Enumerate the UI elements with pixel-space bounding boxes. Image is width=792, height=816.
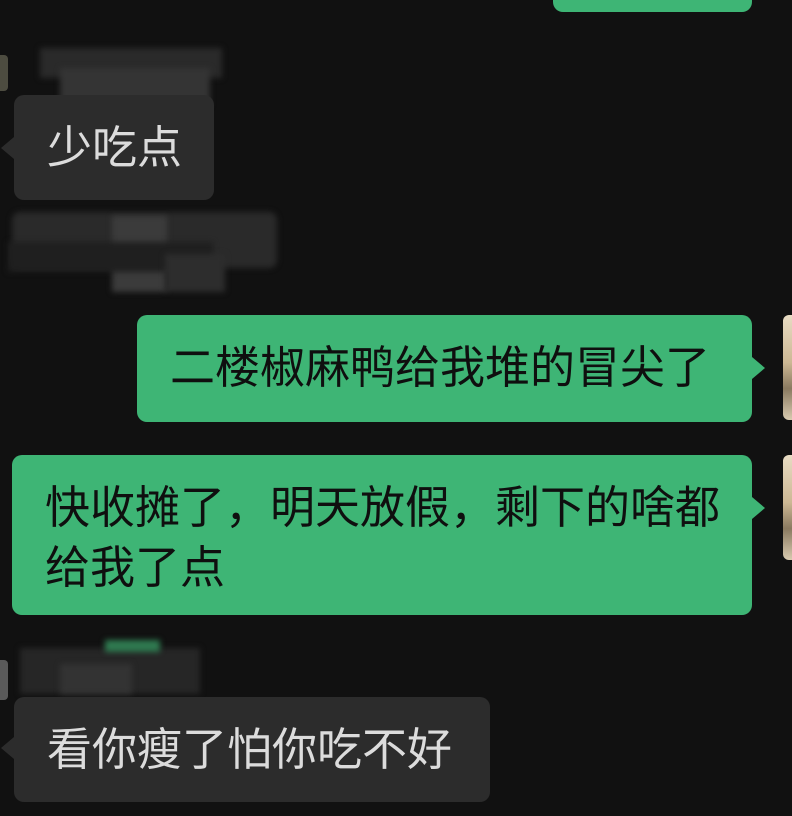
message-bubble-self[interactable]: 二楼椒麻鸭给我堆的冒尖了 (137, 315, 752, 422)
message-bubble-self[interactable]: 快收摊了，明天放假，剩下的啥都 给我了点 (12, 455, 752, 615)
bubble-tail (1, 137, 14, 159)
message-text: 二楼椒麻鸭给我堆的冒尖了 (170, 341, 711, 394)
message-text-line: 给我了点 (45, 541, 226, 594)
avatar-other[interactable] (0, 55, 8, 91)
message-text-line: 快收摊了，明天放假，剩下的啥都 (45, 481, 721, 534)
avatar-self[interactable] (783, 315, 792, 420)
message-bubble-self-partial[interactable] (553, 0, 752, 12)
message-bubble-other[interactable]: 看你瘦了怕你吃不好 (14, 697, 490, 802)
bubble-tail (752, 497, 765, 519)
avatar-self[interactable] (783, 455, 792, 560)
message-text: 看你瘦了怕你吃不好 (47, 723, 453, 776)
bubble-tail (752, 357, 765, 379)
avatar-other[interactable] (0, 660, 8, 700)
chat-message-list[interactable]: 少吃点 二楼椒麻鸭给我堆的冒尖了 快收摊了，明天放假，剩下的啥都 给我了点 看你… (0, 0, 792, 816)
redacted-sender-name (60, 664, 132, 694)
redacted-message (165, 254, 225, 292)
bubble-tail (1, 737, 14, 759)
message-bubble-other[interactable]: 少吃点 (14, 95, 214, 200)
redacted-sender-name (105, 640, 160, 652)
message-text: 少吃点 (47, 121, 183, 174)
